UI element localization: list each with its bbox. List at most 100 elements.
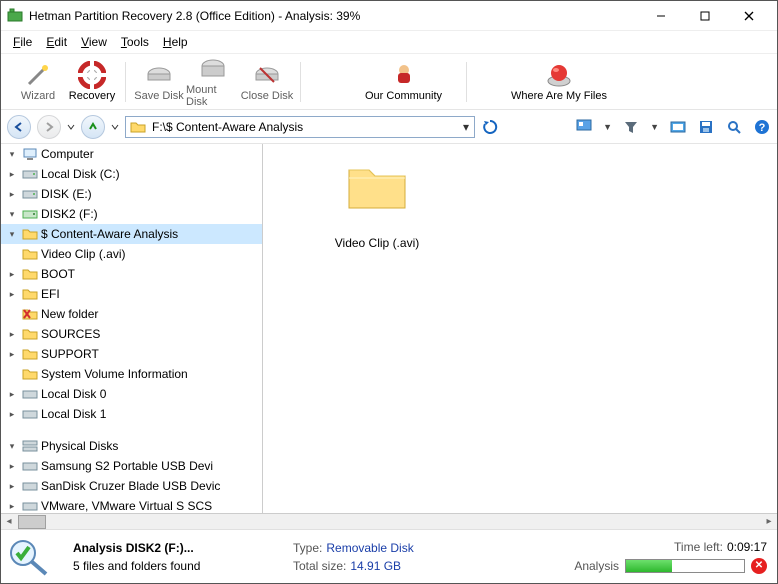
tree-node-video-clip[interactable]: ▸Video Clip (.avi) <box>1 244 262 264</box>
wizard-button[interactable]: Wizard <box>11 55 65 109</box>
status-type-label: Type: <box>293 541 322 555</box>
drive-icon <box>22 498 38 513</box>
chevron-down-icon[interactable]: ▼ <box>650 122 659 132</box>
disk-mount-icon <box>199 55 227 83</box>
drive-icon <box>22 478 38 494</box>
folder-large-icon <box>345 160 409 212</box>
tree-node-disk2-f[interactable]: ▾DISK2 (F:) <box>1 204 262 224</box>
status-bar: Analysis DISK2 (F:)... 5 files and folde… <box>1 529 777 583</box>
folder-icon <box>22 266 38 282</box>
status-group-info: Type:Removable Disk Total size:14.91 GB <box>293 541 483 573</box>
community-link[interactable]: Our Community <box>347 61 460 102</box>
tree-node-disk-e[interactable]: ▸DISK (E:) <box>1 184 262 204</box>
address-bar[interactable]: ▾ <box>125 116 475 138</box>
main-body: ▾Computer ▸Local Disk (C:) ▸DISK (E:) ▾D… <box>1 144 777 513</box>
menu-view[interactable]: View <box>75 33 113 51</box>
tree-node-efi[interactable]: ▸EFI <box>1 284 262 304</box>
scroll-thumb[interactable] <box>18 515 46 529</box>
mount-disk-button[interactable]: Mount Disk <box>186 55 240 109</box>
menu-tools[interactable]: Tools <box>115 33 155 51</box>
analysis-icon <box>5 535 53 579</box>
folder-icon <box>130 119 146 135</box>
status-title: Analysis DISK2 (F:)... <box>73 541 273 555</box>
folder-icon <box>22 326 38 342</box>
progress-bar <box>625 559 745 573</box>
folder-icon <box>22 366 38 382</box>
status-timeleft-label: Time left: <box>674 540 723 554</box>
recovery-button[interactable]: Recovery <box>65 55 119 109</box>
cancel-analysis-button[interactable]: ✕ <box>751 558 767 574</box>
alarm-button-icon <box>546 61 572 90</box>
preview-button[interactable] <box>669 118 687 136</box>
window-title: Hetman Partition Recovery 2.8 (Office Ed… <box>29 9 639 23</box>
save-disk-button[interactable]: Save Disk <box>132 55 186 109</box>
tree-node-sandisk[interactable]: ▸SanDisk Cruzer Blade USB Devic <box>1 476 262 496</box>
svg-text:?: ? <box>759 122 766 134</box>
filter-button[interactable] <box>622 118 640 136</box>
content-item-video-clip[interactable]: Video Clip (.avi) <box>317 160 437 250</box>
close-disk-button[interactable]: Close Disk <box>240 55 294 109</box>
app-icon <box>7 8 23 24</box>
disk-close-icon <box>253 61 281 89</box>
minimize-button[interactable] <box>639 2 683 30</box>
folder-icon <box>22 286 38 302</box>
refresh-button[interactable] <box>481 118 499 136</box>
person-icon <box>391 61 417 90</box>
folder-deleted-icon <box>22 306 38 322</box>
toolbar: Wizard Recovery Save Disk Mount Disk Clo… <box>1 54 777 110</box>
toolbar-community-group: Our Community <box>347 61 460 102</box>
disk-save-icon <box>145 61 173 89</box>
status-group-main: Analysis DISK2 (F:)... 5 files and folde… <box>73 541 273 573</box>
tree-node-physical[interactable]: ▾Physical Disks <box>1 436 262 456</box>
where-files-link[interactable]: Where Are My Files <box>493 61 625 102</box>
folder-icon <box>22 346 38 362</box>
menu-help[interactable]: Help <box>157 33 194 51</box>
maximize-button[interactable] <box>683 2 727 30</box>
tree-node-computer[interactable]: ▾Computer <box>1 144 262 164</box>
tree-node-new-folder[interactable]: ▸New folder <box>1 304 262 324</box>
separator <box>125 62 126 102</box>
scroll-right-icon[interactable]: ▸ <box>761 516 777 527</box>
status-group-progress: Time left:0:09:17 Analysis ✕ <box>574 540 767 574</box>
address-input[interactable] <box>150 119 458 135</box>
nav-up-button[interactable] <box>81 115 105 139</box>
nav-history-dropdown[interactable] <box>67 121 75 133</box>
view-mode-button[interactable] <box>575 118 593 136</box>
titlebar: Hetman Partition Recovery 2.8 (Office Ed… <box>1 1 777 31</box>
menubar: File Edit View Tools Help <box>1 31 777 54</box>
tree-node-content-aware[interactable]: ▾$ Content-Aware Analysis <box>1 224 262 244</box>
tree-node-local-c[interactable]: ▸Local Disk (C:) <box>1 164 262 184</box>
save-button[interactable] <box>697 118 715 136</box>
drive-icon <box>22 386 38 402</box>
content-pane[interactable]: Video Clip (.avi) <box>263 144 777 513</box>
close-button[interactable] <box>727 2 771 30</box>
tree-node-local0[interactable]: ▸Local Disk 0 <box>1 384 262 404</box>
lifebuoy-icon <box>78 61 106 89</box>
tree-node-boot[interactable]: ▸BOOT <box>1 264 262 284</box>
nav-up-dropdown[interactable] <box>111 121 119 133</box>
folder-tree[interactable]: ▾Computer ▸Local Disk (C:) ▸DISK (E:) ▾D… <box>1 144 263 513</box>
menu-file[interactable]: File <box>7 33 38 51</box>
tree-node-samsung[interactable]: ▸Samsung S2 Portable USB Devi <box>1 456 262 476</box>
tree-node-local1[interactable]: ▸Local Disk 1 <box>1 404 262 424</box>
window-controls <box>639 2 771 30</box>
search-button[interactable] <box>725 118 743 136</box>
drive-icon <box>22 186 38 202</box>
app-window: Hetman Partition Recovery 2.8 (Office Ed… <box>0 0 778 584</box>
nav-back-button[interactable] <box>7 115 31 139</box>
tree-node-sysvol[interactable]: ▸System Volume Information <box>1 364 262 384</box>
help-button[interactable]: ? <box>753 118 771 136</box>
tree-hscrollbar[interactable]: ◂ ▸ <box>1 513 777 529</box>
chevron-down-icon[interactable]: ▼ <box>603 122 612 132</box>
separator <box>466 62 467 102</box>
tree-node-support[interactable]: ▸SUPPORT <box>1 344 262 364</box>
status-size-value: 14.91 GB <box>350 559 401 573</box>
drive-icon <box>22 406 38 422</box>
scroll-left-icon[interactable]: ◂ <box>1 516 17 527</box>
drive-green-icon <box>22 206 38 222</box>
tree-node-sources[interactable]: ▸SOURCES <box>1 324 262 344</box>
nav-forward-button[interactable] <box>37 115 61 139</box>
menu-edit[interactable]: Edit <box>40 33 73 51</box>
chevron-down-icon[interactable]: ▾ <box>458 120 474 134</box>
tree-node-vmware[interactable]: ▸VMware, VMware Virtual S SCS <box>1 496 262 513</box>
